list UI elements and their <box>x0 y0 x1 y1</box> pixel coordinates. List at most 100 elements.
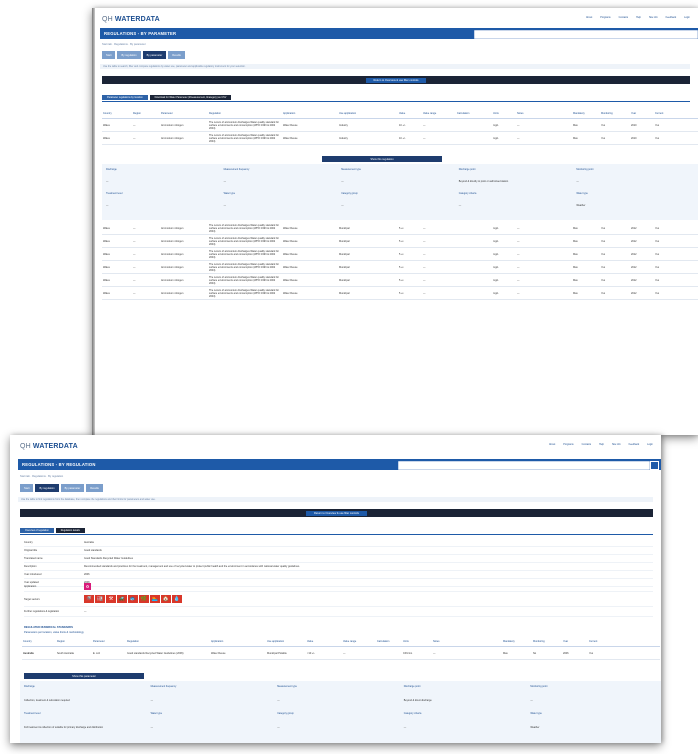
col-parameter[interactable]: Parameter <box>160 108 208 119</box>
tab-by-parameter[interactable]: By parameter <box>60 484 85 492</box>
show-parameter-button[interactable]: Show this parameter <box>24 673 144 679</box>
nav-item-site-info[interactable]: Site info <box>649 16 658 19</box>
col-regulation[interactable]: Regulation <box>126 636 210 647</box>
nav-item-about[interactable]: About <box>586 16 592 19</box>
target-sector-icon[interactable]: 🌿 <box>139 595 149 603</box>
return-overview-button[interactable]: Return to Overview & use filter controls <box>306 510 367 516</box>
nav-item-contacts[interactable]: Contacts <box>582 443 591 446</box>
table-cell: 5 +/- <box>398 286 422 300</box>
detail-label: Measurement frequency <box>150 685 177 688</box>
nav-item-feedback[interactable]: Feedback <box>666 16 677 19</box>
nav-item-help[interactable]: Help <box>636 16 641 19</box>
table-cell <box>456 119 492 132</box>
row-detail-panel: Discharge Measurement frequency Measuremen… <box>102 164 698 220</box>
breadcrumb[interactable]: Start tab · Regulations · By parameter <box>102 43 146 46</box>
col-units[interactable]: Units <box>402 636 432 647</box>
nav-item-login[interactable]: Login <box>647 443 653 446</box>
col-use-application[interactable]: Use application <box>266 636 306 647</box>
subtab-by-location[interactable]: Parameter regulations by location <box>102 95 148 100</box>
target-sector-icon[interactable]: 🚜 <box>117 595 127 603</box>
col-current[interactable]: Current <box>588 636 660 647</box>
tab-by-regulation[interactable]: By regulation <box>35 484 59 492</box>
table-row[interactable]: Wales — Ammonium nitrogen The Lorem of ammo… <box>102 131 698 145</box>
target-sector-icon[interactable]: 🏠 <box>161 595 171 603</box>
col-parameter[interactable]: Parameter <box>92 636 126 647</box>
col-value[interactable]: Value <box>306 636 342 647</box>
nav-item-programs[interactable]: Programs <box>563 443 573 446</box>
table-row[interactable]: Wales — Ammonium nitrogen The Lorem of ammo… <box>102 273 698 287</box>
col-units[interactable]: Units <box>492 108 516 119</box>
col-value[interactable]: Value <box>398 108 422 119</box>
col-mandatory[interactable]: Mandatory <box>502 636 532 647</box>
table-cell: — <box>132 247 160 261</box>
nav-item-help[interactable]: Help <box>599 443 604 446</box>
col-country[interactable]: Country <box>102 108 132 119</box>
nav-item-about[interactable]: About <box>549 443 555 446</box>
col-regulation[interactable]: Regulation <box>208 108 282 119</box>
col-notes[interactable]: Notes <box>432 636 502 647</box>
nav-item-programs[interactable]: Programs <box>600 16 610 19</box>
tab-start[interactable]: Start <box>102 51 116 59</box>
table-cell: mg/L <box>492 119 516 132</box>
tab-results[interactable]: Results <box>168 51 185 59</box>
search-input[interactable] <box>474 30 698 39</box>
table-cell: — <box>422 260 456 274</box>
tab-by-regulation[interactable]: By regulation <box>117 51 141 59</box>
site-logo[interactable]: QH WATERDATA <box>20 443 78 450</box>
target-sector-icon[interactable]: 🏭 <box>95 595 105 603</box>
subtab-overview[interactable]: Overview of regulation <box>20 528 54 533</box>
col-monitoring[interactable]: Monitoring <box>532 636 562 647</box>
table-row[interactable]: Australia South Australia E. coli Good stan… <box>22 646 660 660</box>
target-sector-icon[interactable]: ⚒ <box>106 595 116 603</box>
target-sector-icon[interactable]: 🏊 <box>150 595 160 603</box>
table-row[interactable]: Wales — Ammonium nitrogen The Lorem of ammo… <box>102 234 698 248</box>
table-row[interactable]: Wales — Ammonium nitrogen The Lorem of ammo… <box>102 222 698 235</box>
table-cell: — <box>516 273 572 287</box>
col-mandatory[interactable]: Mandatory <box>572 108 600 119</box>
detail-label: Discharge <box>24 685 35 688</box>
nav-item-login[interactable]: Login <box>684 16 690 19</box>
col-monitoring[interactable]: Monitoring <box>600 108 630 119</box>
tab-results[interactable]: Results <box>86 484 103 492</box>
table-row[interactable]: Wales — Ammonium nitrogen The Lorem of ammo… <box>102 247 698 261</box>
subtab-regulation-details[interactable]: Regulation details <box>55 528 85 533</box>
col-application[interactable]: Application <box>282 108 338 119</box>
col-year[interactable]: Year <box>562 636 588 647</box>
search-button[interactable] <box>650 461 659 470</box>
application-row: Application ♻ <box>24 581 653 592</box>
table-row[interactable]: Wales — Ammonium nitrogen The Lorem of ammo… <box>102 286 698 300</box>
col-region[interactable]: Region <box>132 108 160 119</box>
breadcrumb[interactable]: Start tab · Regulations · By regulation <box>20 475 63 478</box>
site-logo[interactable]: QH WATERDATA <box>102 16 160 23</box>
search-input[interactable] <box>398 461 650 470</box>
col-year[interactable]: Year <box>630 108 654 119</box>
col-current[interactable]: Current <box>654 108 698 119</box>
tab-by-parameter[interactable]: By parameter <box>142 51 167 59</box>
col-calculation[interactable]: Calculation <box>456 108 492 119</box>
detail-key: Description <box>24 565 37 568</box>
detail-value: Australia <box>84 541 94 544</box>
target-sector-icon[interactable]: 🚿 <box>84 595 94 603</box>
return-overview-button[interactable]: Return to Overview & use filter controls <box>365 77 427 83</box>
col-application[interactable]: Application <box>210 636 266 647</box>
nav-item-site-info[interactable]: Site info <box>612 443 621 446</box>
detail-value: Good standards <box>84 549 102 552</box>
nav-item-contacts[interactable]: Contacts <box>619 16 628 19</box>
col-region[interactable]: Region <box>56 636 92 647</box>
col-value-range[interactable]: Value range <box>422 108 456 119</box>
target-sector-icon[interactable]: 💧 <box>172 595 182 603</box>
target-sector-icon[interactable]: 🐟 <box>128 595 138 603</box>
col-notes[interactable]: Notes <box>516 108 572 119</box>
nav-item-feedback[interactable]: Feedback <box>629 443 640 446</box>
site-header: QH WATERDATA About Programs Contacts Help… <box>102 12 698 26</box>
col-calculation[interactable]: Calculation <box>376 636 402 647</box>
col-value-range[interactable]: Value range <box>342 636 376 647</box>
show-regulation-button[interactable]: Show this regulation <box>322 156 442 162</box>
table-row[interactable]: Wales — Ammonium nitrogen The Lorem of ammo… <box>102 119 698 132</box>
col-country[interactable]: Country <box>22 636 56 647</box>
sub-tabs: Overview of regulation Regulation detail… <box>20 528 85 533</box>
download-csv-button[interactable]: Download for Water Parameter (#measureme… <box>149 95 232 100</box>
col-use-application[interactable]: Use application <box>338 108 398 119</box>
tab-start[interactable]: Start <box>20 484 34 492</box>
table-row[interactable]: Wales — Ammonium nitrogen The Lorem of ammo… <box>102 260 698 274</box>
